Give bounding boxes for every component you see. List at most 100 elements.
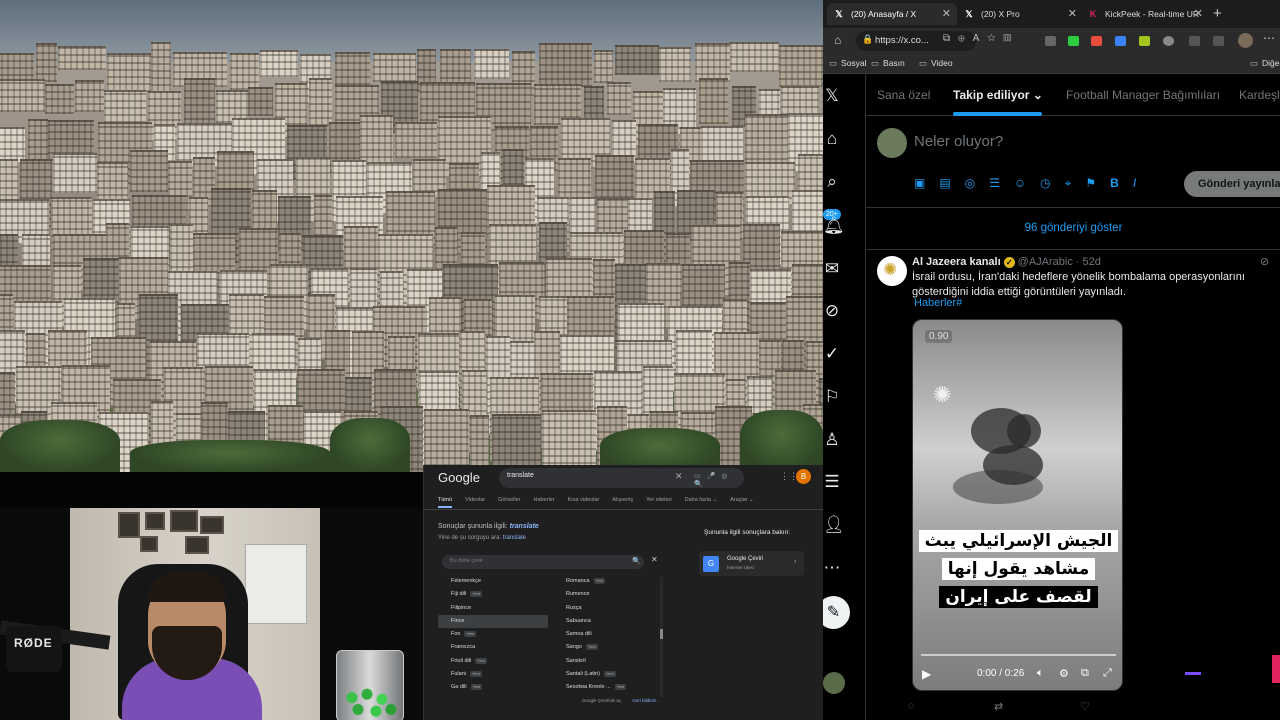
close-tab-icon[interactable]: ✕ [1194, 3, 1203, 25]
bookmarks-icon[interactable]: ⚐ [823, 387, 841, 407]
picture-in-picture-icon[interactable]: ⧉ [1081, 667, 1089, 680]
language-option[interactable]: Ga dili Yeni [438, 681, 548, 694]
scrollbar-thumb[interactable] [660, 629, 663, 639]
new-tab-icon[interactable]: + [1213, 3, 1222, 25]
profile-avatar[interactable] [1238, 33, 1253, 48]
tweet-author-avatar[interactable]: ✺ [877, 256, 907, 286]
tweet-time[interactable]: 52d [1083, 256, 1101, 268]
language-option[interactable]: Romanca Yeni [553, 575, 663, 588]
close-tab-icon[interactable]: ✕ [942, 3, 951, 25]
language-option[interactable]: Sango Yeni [553, 641, 663, 654]
compose-input[interactable]: Neler oluyor? [914, 133, 1003, 150]
tab-for-you[interactable]: Sana özel [877, 88, 930, 102]
account-avatar[interactable]: B [796, 469, 811, 484]
language-search-input[interactable]: Bu dilde çevir 🔍 [442, 555, 644, 569]
close-tab-icon[interactable]: ✕ [1068, 3, 1077, 25]
language-option[interactable]: Fince [438, 614, 548, 629]
google-tab[interactable]: Kısa videolar [568, 497, 600, 508]
extension-icon[interactable] [1115, 36, 1126, 46]
browser-tab-xpro[interactable]: 𝕏 (20) X Pro ✕ [957, 3, 1083, 25]
tab-kardesler[interactable]: Kardeşl [1239, 88, 1280, 102]
volume-icon[interactable]: 🔈︎ [1037, 667, 1044, 680]
lock-icon[interactable]: 🔒 [862, 34, 873, 45]
composer-tools-icons[interactable]: ▣▤◎☰☺◷⌖⚑BI [914, 176, 1150, 191]
home-icon[interactable]: ⌂ [834, 33, 841, 47]
language-option[interactable]: Filipince [438, 602, 548, 615]
language-option[interactable]: Samoa dili [553, 628, 663, 641]
like-icon[interactable]: ♡ [1080, 700, 1090, 713]
verified-icon[interactable]: ✓ [823, 344, 841, 364]
google-tab[interactable]: Daha fazla ⌄ [685, 497, 717, 508]
google-tab[interactable]: Yer siteleri [646, 497, 671, 508]
google-tab[interactable]: Araçlar ⌄ [730, 497, 754, 508]
fullscreen-icon[interactable]: ⤢ [1103, 667, 1112, 680]
grok-icon[interactable]: ⊘ [823, 301, 841, 321]
split-screen-icon[interactable] [1189, 36, 1200, 46]
account-avatar[interactable] [823, 672, 845, 694]
compose-post-button[interactable]: ✎ [823, 596, 850, 629]
collections-icon[interactable] [1213, 36, 1224, 46]
language-option[interactable]: Fiji dili Yeni [438, 588, 548, 601]
showing-results-term[interactable]: translate [510, 523, 539, 530]
google-tab[interactable]: Haberler [533, 497, 554, 508]
tab-football-manager[interactable]: Football Manager Bağımlıları [1066, 88, 1220, 102]
video-progress-bar[interactable] [921, 654, 1116, 656]
post-button[interactable]: Gönderi yayınla [1184, 171, 1280, 197]
lists-icon[interactable]: ☰ [823, 472, 841, 492]
bookmark-folder[interactable]: ▭ Basın [871, 58, 905, 69]
url-text[interactable]: https://x.co... [875, 35, 929, 46]
profile-icon[interactable]: 👤︎ [823, 515, 845, 535]
language-option[interactable]: Rusça [553, 602, 663, 615]
search-tools-icons[interactable]: ▭🎤◎🔍 [694, 472, 744, 488]
browser-tab-kickpeek[interactable]: K KickPeek - Real-time UR ✕ [1081, 3, 1209, 25]
x-logo-icon[interactable]: 𝕏 [823, 86, 841, 106]
language-option[interactable]: Friuli dili Yeni [438, 655, 548, 668]
bookmark-folder[interactable]: ▭ Sosyal [829, 58, 867, 69]
language-option[interactable]: Sanskrit [553, 655, 663, 668]
grok-icon[interactable]: ⊘ [1260, 255, 1269, 268]
avatar[interactable] [877, 128, 907, 158]
extension-icon[interactable] [1091, 36, 1102, 46]
search-icon[interactable]: ⌕ [823, 172, 841, 192]
tweet[interactable]: ✺ Al Jazeera kanalı ✓ @AJArabic · 52d ⊘ İsra… [866, 250, 1280, 720]
messages-icon[interactable]: ✉ [823, 259, 841, 279]
extension-icon[interactable] [1045, 36, 1056, 46]
tweet-handle[interactable]: @AJArabic [1018, 256, 1073, 268]
extension-icon[interactable] [1139, 36, 1150, 46]
google-tab[interactable]: Görseller [498, 497, 520, 508]
more-menu-icon[interactable]: ⋯ [1263, 31, 1275, 45]
more-icon[interactable]: ⋯ [823, 558, 841, 578]
search-instead-term[interactable]: translate [503, 535, 526, 541]
retweet-icon[interactable]: ⇄ [994, 700, 1003, 713]
browser-tab-home[interactable]: 𝕏 (20) Anasayfa / X ✕ [827, 3, 957, 25]
language-option[interactable]: Santali (Latin) Yeni [553, 668, 663, 681]
language-option[interactable]: Sesotwa Kreole ... Yeni [553, 681, 663, 694]
language-option[interactable]: Fulani Yeni [438, 668, 548, 681]
home-icon[interactable]: ⌂ [823, 129, 841, 149]
toolbar-icons[interactable]: ⧉⊕A☆▥ [943, 33, 1019, 44]
search-query[interactable]: translate [507, 472, 534, 479]
language-option[interactable]: Fon Yeni [438, 628, 548, 641]
language-option[interactable]: Felemenkçe [438, 575, 548, 588]
show-new-posts[interactable]: 96 gönderiyi göster [866, 208, 1280, 250]
settings-gear-icon[interactable]: ⚙ [1059, 667, 1069, 680]
tab-following[interactable]: Takip ediliyor ⌄ [953, 88, 1043, 102]
google-translate-card[interactable]: G Google Çeviri İnternet sitesi › [699, 551, 804, 576]
feedback-link[interactable]: Geri bildirim [632, 698, 656, 703]
tweet-video[interactable]: 0.90 ✺ الجيش الإسرائيلي يبث مشاهد يقول إ… [912, 319, 1123, 691]
playback-speed[interactable]: 0.90 [925, 330, 953, 343]
google-logo[interactable]: Google [438, 470, 480, 485]
google-search-box[interactable]: translate ✕ ▭🎤◎🔍 [499, 468, 744, 488]
extension-icon[interactable] [1068, 36, 1079, 46]
clear-search-icon[interactable]: ✕ [675, 471, 683, 482]
google-tab[interactable]: Videolar [465, 497, 485, 508]
bookmark-folder[interactable]: ▭ Video [919, 58, 953, 69]
extensions-puzzle-icon[interactable] [1163, 36, 1174, 46]
jobs-icon[interactable]: ♙ [823, 430, 841, 450]
close-icon[interactable]: ✕ [651, 555, 658, 564]
language-option[interactable]: Rumence [553, 588, 663, 601]
open-in-translate-link[interactable]: Google Çeviri'de aç [582, 698, 621, 703]
google-tab[interactable]: Tümü [438, 497, 453, 508]
tweet-hashtag[interactable]: Haberler# [914, 297, 962, 309]
play-icon[interactable]: ▶ [922, 667, 931, 681]
